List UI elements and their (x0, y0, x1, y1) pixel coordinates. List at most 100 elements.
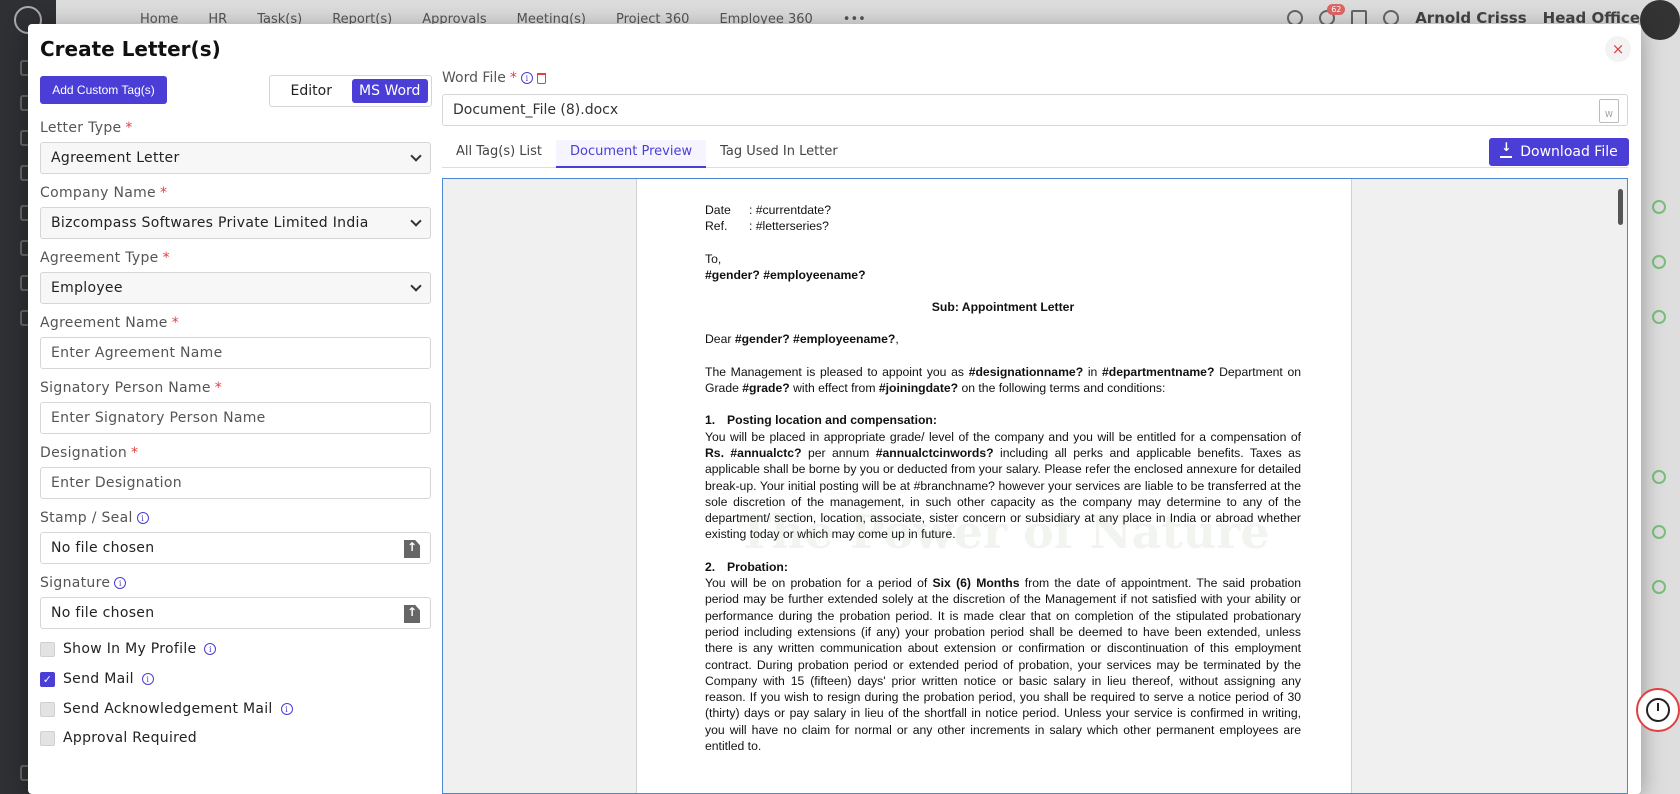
addressee: #gender? #employeename? (705, 267, 1301, 283)
section-text: including all perks and applicable benef… (705, 445, 1301, 542)
required-mark: * (125, 120, 133, 136)
date-value: : #currentdate? (749, 203, 831, 217)
tab-document-preview[interactable]: Document Preview (556, 140, 707, 168)
section-text: from the date of appointment. The said p… (705, 576, 1301, 754)
section-2-heading: 2. Probation: (705, 559, 1301, 575)
show-in-profile-checkbox[interactable] (40, 641, 55, 657)
agreement-name-label-text: Agreement Name (40, 315, 168, 331)
trash-icon[interactable] (536, 72, 546, 84)
info-icon[interactable]: i (114, 577, 127, 589)
word-file-name: Document_File (8).docx (453, 102, 619, 118)
required-mark: * (131, 445, 139, 461)
ms-word-option[interactable]: MS Word (351, 79, 428, 103)
avatar[interactable] (1640, 0, 1680, 40)
timer-button[interactable] (1636, 688, 1680, 732)
status-icon (1652, 470, 1666, 484)
ref-line: Ref. : #letterseries? (705, 218, 1301, 234)
designation-label: Designation * (40, 445, 138, 461)
close-button[interactable]: × (1605, 36, 1631, 62)
required-mark: * (509, 70, 517, 86)
create-letter-modal: Create Letter(s) × Add Custom Tag(s) Edi… (28, 24, 1641, 794)
subject-text: Sub: Appointment Letter (931, 300, 1075, 315)
signatory-label-text: Signatory Person Name (40, 380, 211, 396)
editor-option[interactable]: Editor (273, 79, 350, 103)
intro-text: The Management is pleased to appoint you… (705, 364, 969, 379)
send-ack-row[interactable]: Send Acknowledgement Mail i (40, 701, 293, 717)
section-2-body: You will be on probation for a period of… (705, 575, 1301, 754)
salutation-suffix: , (895, 332, 899, 347)
info-icon[interactable]: i (141, 673, 154, 685)
info-icon[interactable]: i (204, 643, 217, 655)
ref-label: Ref. (705, 219, 728, 234)
download-file-button[interactable]: Download File (1489, 138, 1629, 166)
send-ack-checkbox[interactable] (40, 701, 55, 717)
intro-designation: #designationname? (968, 364, 1084, 379)
stopwatch-icon (1646, 698, 1670, 722)
intro-department: #departmentname? (1101, 364, 1215, 379)
agreement-name-input[interactable]: Enter Agreement Name (40, 337, 431, 369)
ref-value: : #letterseries? (749, 219, 829, 234)
preview-tabs: All Tag(s) List Document Preview Tag Use… (442, 140, 1628, 168)
required-mark: * (214, 380, 223, 396)
required-mark: * (162, 250, 170, 266)
upload-icon[interactable] (404, 540, 420, 558)
preview-scrollbar[interactable] (1618, 189, 1623, 225)
section-text: You will be on probation for a period of (705, 576, 933, 591)
tab-all-tags[interactable]: All Tag(s) List (442, 140, 556, 168)
stamp-label: Stamp / Seal i (40, 510, 149, 526)
company-name-label-text: Company Name (40, 185, 156, 201)
agreement-type-value: Employee (51, 280, 123, 296)
send-mail-row[interactable]: ✓ Send Mail i (40, 671, 154, 687)
stamp-file-value: No file chosen (51, 540, 155, 556)
section-text: per annum (801, 445, 876, 460)
upload-icon[interactable] (404, 605, 420, 623)
modal-title: Create Letter(s) (40, 37, 221, 61)
agreement-name-label: Agreement Name * (40, 315, 179, 331)
word-file-label-text: Word File (442, 70, 506, 86)
approval-required-checkbox[interactable] (40, 730, 55, 746)
chevron-down-icon (410, 150, 422, 162)
info-icon[interactable]: i (520, 72, 533, 84)
show-in-profile-row[interactable]: Show In My Profile i (40, 641, 217, 657)
signature-label: Signature i (40, 575, 127, 591)
send-mail-label: Send Mail (63, 671, 134, 687)
agreement-type-label-text: Agreement Type (40, 250, 159, 266)
intro-paragraph: The Management is pleased to appoint you… (705, 364, 1301, 397)
approval-required-row[interactable]: Approval Required (40, 730, 197, 746)
chevron-down-icon (410, 215, 422, 227)
agreement-type-select[interactable]: Employee (40, 272, 431, 304)
agreement-name-placeholder: Enter Agreement Name (51, 345, 223, 361)
add-custom-tag-button[interactable]: Add Custom Tag(s) (40, 76, 167, 104)
required-mark: * (171, 315, 180, 331)
editor-mode-toggle: Editor MS Word (269, 75, 432, 107)
document-page: Date: #currentdate? Ref.: #letterseries?… (636, 179, 1352, 793)
status-icon (1652, 580, 1666, 594)
download-file-label: Download File (1520, 144, 1618, 160)
letter-type-select[interactable]: Agreement Letter (40, 142, 431, 174)
document-preview-pane[interactable]: Date: #currentdate? Ref.: #letterseries?… (442, 178, 1628, 794)
info-icon[interactable]: i (136, 512, 149, 524)
designation-input[interactable]: Enter Designation (40, 467, 431, 499)
salutation: Dear #gender? #employeename?, (705, 331, 1301, 347)
stamp-file-input[interactable]: No file chosen (40, 532, 431, 564)
word-document-icon: W (1599, 99, 1619, 123)
info-icon[interactable]: i (280, 703, 293, 715)
signatory-label: Signatory Person Name * (40, 380, 222, 396)
tab-tag-used[interactable]: Tag Used In Letter (706, 140, 852, 168)
background-status-strip (1636, 40, 1680, 794)
word-file-label: Word File * i (442, 70, 546, 86)
section-text: You will be placed in appropriate grade/… (705, 429, 1301, 444)
signatory-input[interactable]: Enter Signatory Person Name (40, 402, 431, 434)
signature-file-input[interactable]: No file chosen (40, 597, 431, 629)
agreement-type-label: Agreement Type * (40, 250, 170, 266)
word-file-field[interactable]: Document_File (8).docx W (442, 94, 1628, 126)
show-in-profile-label: Show In My Profile (63, 641, 197, 657)
status-icon (1652, 255, 1666, 269)
company-name-select[interactable]: Bizcompass Softwares Private Limited Ind… (40, 207, 431, 239)
download-icon (1500, 140, 1513, 158)
send-mail-checkbox[interactable]: ✓ (40, 671, 55, 687)
to-line: To, (705, 251, 722, 266)
stamp-label-text: Stamp / Seal (40, 510, 133, 526)
section-title: Probation: (727, 559, 788, 574)
notification-badge: 62 (1327, 4, 1346, 15)
